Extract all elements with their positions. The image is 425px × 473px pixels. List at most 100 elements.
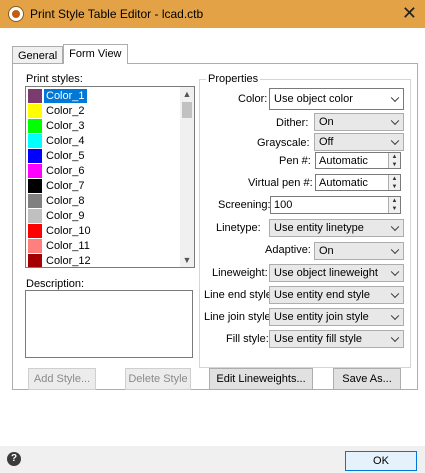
list-item-label: Color_9 [46,210,85,222]
list-item[interactable]: Color_4 [28,133,178,148]
list-item[interactable]: Color_9 [28,208,178,223]
virtual-pen-value: Automatic [319,176,368,189]
list-item-label: Color_6 [46,165,85,177]
dither-dropdown[interactable]: On [314,113,404,131]
virtual-pen-field[interactable]: Automatic ▲ ▼ [315,174,401,191]
chevron-down-icon [390,222,400,232]
color-swatch [28,89,42,103]
line-join-style-value: Use entity join style [274,311,369,323]
description-label: Description: [26,278,85,290]
list-item[interactable]: Color_6 [28,163,178,178]
lineweight-label: Lineweight: [212,267,268,279]
list-item[interactable]: Color_10 [28,223,178,238]
help-icon[interactable]: ? [7,452,21,466]
fill-style-dropdown[interactable]: Use entity fill style [269,330,404,348]
list-item[interactable]: Color_2 [28,103,178,118]
fill-style-label: Fill style: [226,333,269,345]
screening-spinner[interactable]: ▲ ▼ [388,197,400,213]
adaptive-value: On [319,245,334,257]
list-item[interactable]: Color_7 [28,178,178,193]
print-styles-list[interactable]: ▲ ▼ Color_1 Color_2 Color_3 Color_4 Color_5 C… [25,86,195,268]
chevron-down-icon [390,333,400,343]
linetype-value: Use entity linetype [274,222,364,234]
fill-style-value: Use entity fill style [274,333,363,345]
list-item[interactable]: Color_12 [28,253,178,267]
color-swatch [28,119,42,133]
app-icon [8,6,24,22]
properties-title: Properties [206,73,261,85]
adaptive-dropdown[interactable]: On [314,242,404,260]
color-swatch [28,149,42,163]
print-styles-label: Print styles: [26,73,83,85]
color-swatch [28,104,42,118]
color-label: Color: [238,93,268,105]
list-item-label: Color_2 [46,105,85,117]
pen-spinner[interactable]: ▲ ▼ [388,153,400,168]
linetype-label: Linetype: [216,222,261,234]
screening-label: Screening: [218,199,271,211]
list-item-label: Color_12 [46,255,91,267]
screening-field[interactable]: 100 ▲ ▼ [270,196,401,214]
grayscale-value: Off [319,136,334,148]
color-swatch [28,179,42,193]
list-scrollbar[interactable]: ▲ ▼ [180,87,194,267]
scroll-down-icon[interactable]: ▼ [180,253,194,267]
color-swatch [28,239,42,253]
chevron-down-icon [390,116,400,126]
list-item[interactable]: Color_8 [28,193,178,208]
virtual-pen-label: Virtual pen #: [248,177,313,189]
delete-style-button[interactable]: Delete Style [125,368,191,390]
color-swatch [28,194,42,208]
pen-value: Automatic [319,154,368,167]
tab-general[interactable]: General [12,46,64,64]
color-dropdown[interactable]: Use object color [269,88,404,110]
lineweight-value: Use object lineweight [274,267,378,279]
chevron-down-icon [390,93,400,103]
add-style-button[interactable]: Add Style... [28,368,96,390]
window-title: Print Style Table Editor - lcad.ctb [30,7,204,21]
edit-lineweights-button[interactable]: Edit Lineweights... [209,368,313,390]
tab-form-view[interactable]: Form View [63,44,128,64]
close-icon[interactable]: ✕ [402,3,417,24]
color-swatch [28,254,42,267]
grayscale-label: Grayscale: [257,137,310,149]
scroll-up-icon[interactable]: ▲ [180,87,194,101]
screening-value: 100 [274,199,293,211]
tab-strip: General Form View [12,44,128,64]
list-item[interactable]: Color_11 [28,238,178,253]
chevron-down-icon [390,311,400,321]
list-item-label: Color_11 [46,240,90,252]
ok-button[interactable]: OK [345,451,417,471]
chevron-down-icon [390,245,400,255]
list-item-label: Color_1 [43,88,88,104]
line-end-style-label: Line end style: [204,289,275,301]
color-swatch [28,224,42,238]
color-swatch [28,164,42,178]
title-bar: Print Style Table Editor - lcad.ctb ✕ [0,0,425,28]
color-value: Use object color [274,93,353,105]
list-item-label: Color_4 [46,135,85,147]
line-end-style-value: Use entity end style [274,289,370,301]
line-join-style-dropdown[interactable]: Use entity join style [269,308,404,326]
linetype-dropdown[interactable]: Use entity linetype [269,219,404,237]
dither-label: Dither: [276,117,309,129]
pen-field[interactable]: Automatic ▲ ▼ [315,152,401,169]
chevron-down-icon [390,267,400,277]
list-item[interactable]: Color_5 [28,148,178,163]
list-item[interactable]: Color_1 [28,88,178,104]
list-item-label: Color_8 [46,195,85,207]
list-item-label: Color_7 [46,180,85,192]
adaptive-label: Adaptive: [265,244,311,256]
grayscale-dropdown[interactable]: Off [314,133,404,151]
lineweight-dropdown[interactable]: Use object lineweight [269,264,404,282]
description-textarea[interactable] [25,290,193,358]
scroll-thumb[interactable] [182,102,192,118]
chevron-down-icon [390,136,400,146]
line-end-style-dropdown[interactable]: Use entity end style [269,286,404,304]
save-as-button[interactable]: Save As... [333,368,401,390]
dither-value: On [319,116,334,128]
virtual-pen-spinner[interactable]: ▲ ▼ [388,175,400,190]
list-item[interactable]: Color_3 [28,118,178,133]
color-swatch [28,209,42,223]
chevron-down-icon [390,289,400,299]
